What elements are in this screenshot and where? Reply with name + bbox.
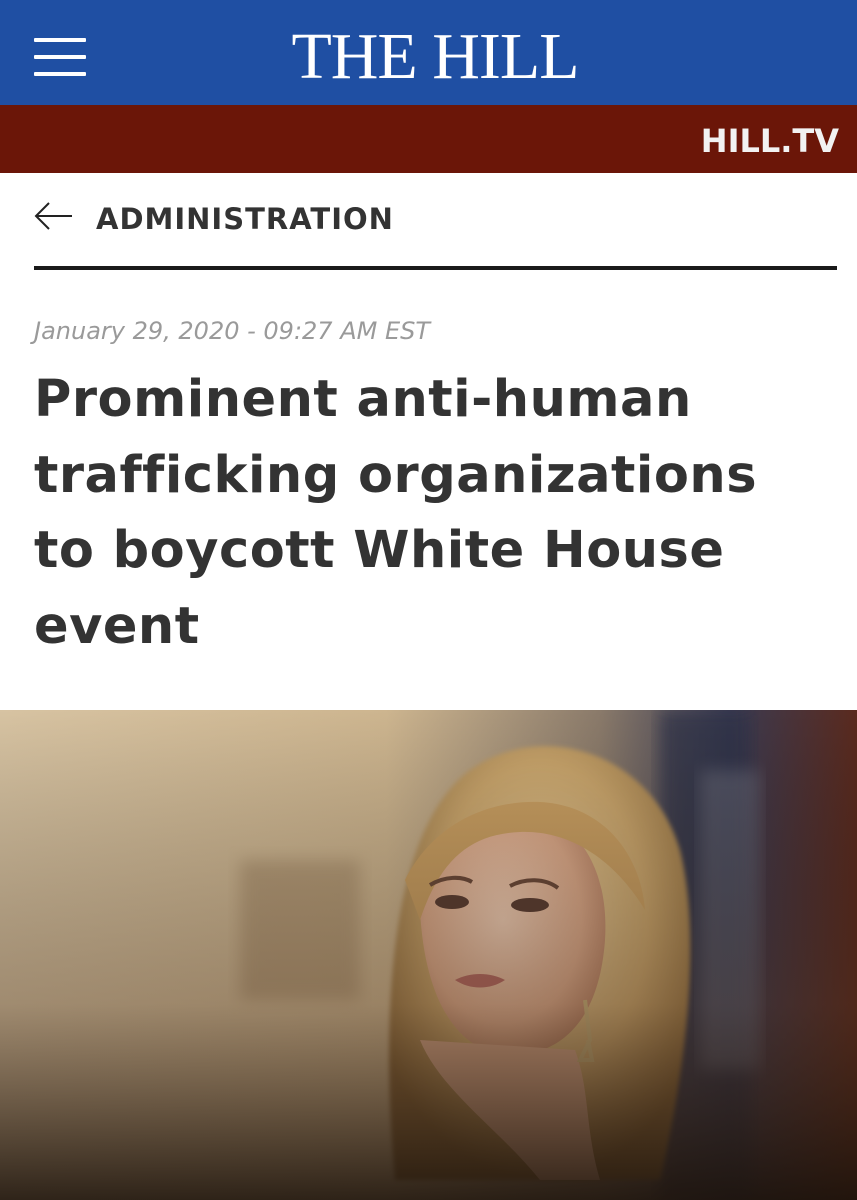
hero-image[interactable]	[0, 710, 857, 1200]
arrow-left-icon[interactable]	[34, 201, 74, 231]
secondary-nav-bar: HILL.TV	[0, 105, 857, 173]
section-breadcrumb: ADMINISTRATION	[34, 195, 837, 243]
hamburger-menu-icon[interactable]	[34, 38, 86, 76]
section-link-administration[interactable]: ADMINISTRATION	[96, 199, 394, 239]
hilltv-link[interactable]: HILL.TV	[701, 121, 839, 161]
section-divider	[34, 266, 837, 270]
article-dateline: January 29, 2020 - 09:27 AM EST	[34, 317, 431, 345]
top-navigation-bar: THE HILL	[0, 0, 857, 105]
site-logo[interactable]: THE HILL	[230, 22, 640, 92]
article-headline: Prominent anti-human trafficking organiz…	[34, 370, 758, 656]
